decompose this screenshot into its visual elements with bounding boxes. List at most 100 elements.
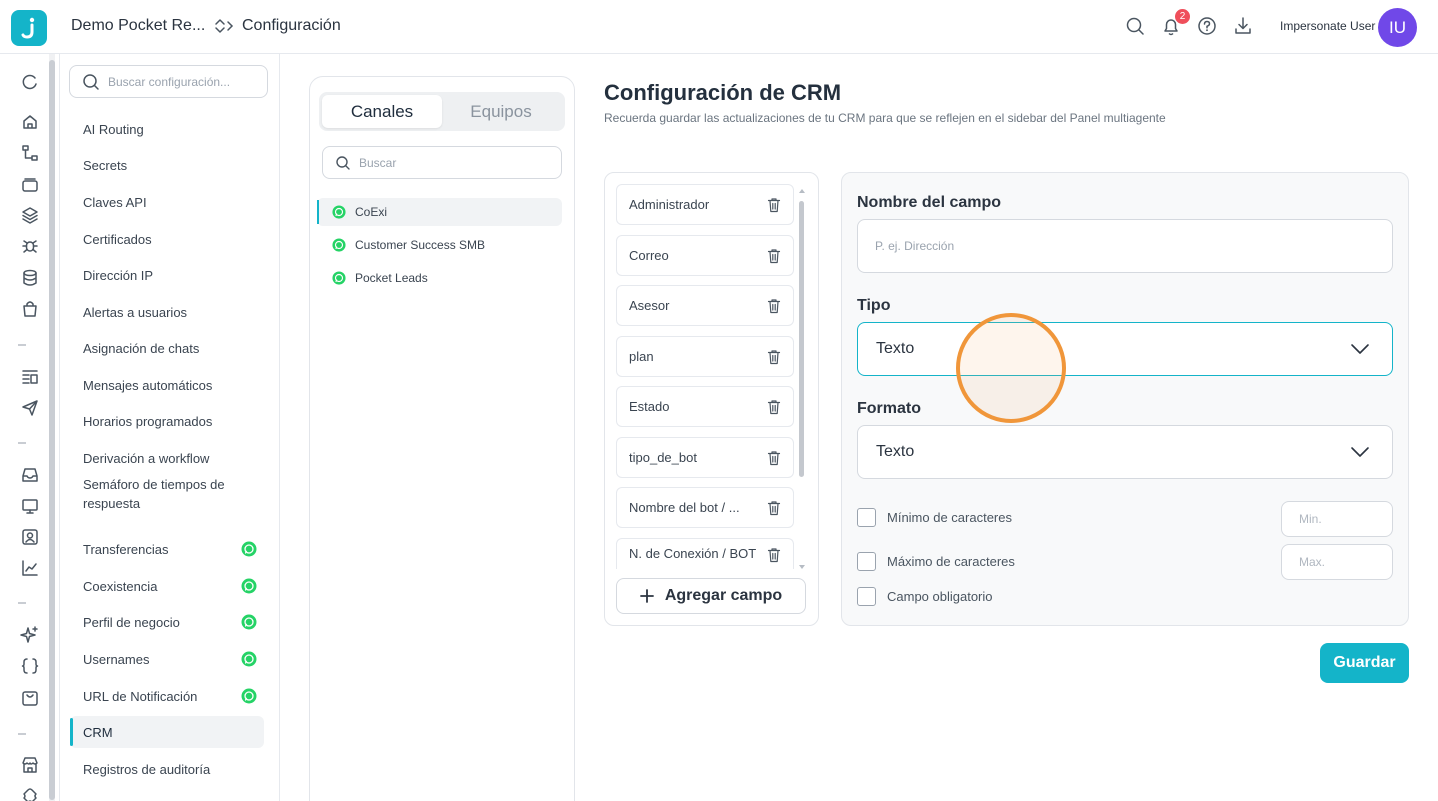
sidebar-item-usernames[interactable]: Usernames: [70, 643, 264, 675]
add-field-label: Agregar campo: [664, 587, 783, 604]
trash-icon[interactable]: [767, 298, 781, 314]
max-chars-option[interactable]: Máximo de caracteres: [857, 552, 1015, 571]
main-content: Canales Equipos CoExi Customer Success SM…: [280, 54, 1438, 801]
field-name-field[interactable]: [875, 239, 1355, 253]
crm-field-item[interactable]: N. de Conexión / BOT: [616, 537, 794, 569]
crm-field-item[interactable]: Nombre del bot / ...: [616, 487, 794, 528]
min-chars-input[interactable]: [1281, 501, 1393, 537]
sidebar-item-label: CRM: [83, 724, 113, 740]
bag-icon[interactable]: [20, 299, 40, 319]
rail-scrollbar[interactable]: [49, 54, 55, 801]
sidebar-item-perfil-de-negocio[interactable]: Perfil de negocio: [70, 606, 264, 638]
sidebar-item-coexistencia[interactable]: Coexistencia: [70, 570, 264, 602]
whatsapp-icon: [241, 651, 257, 667]
min-chars-field[interactable]: [1299, 512, 1379, 526]
sidebar-item-crm[interactable]: CRM: [70, 716, 264, 748]
trash-icon[interactable]: [767, 197, 781, 213]
channel-item[interactable]: Pocket Leads: [317, 264, 562, 292]
format-select[interactable]: Texto: [857, 425, 1393, 479]
send-icon[interactable]: [20, 398, 40, 418]
sidebar-item-registros-de-auditoría[interactable]: Registros de auditoría: [70, 753, 264, 785]
crm-field-item[interactable]: Administrador: [616, 184, 794, 225]
tab-equipos[interactable]: Equipos: [441, 95, 561, 128]
sidebar-item-derivación-a-workflow[interactable]: Derivación a workflow: [70, 442, 264, 474]
folder-icon[interactable]: [20, 175, 40, 195]
page-subtitle: Recuerda guardar las actualizaciones de …: [604, 111, 1166, 125]
search-icon[interactable]: [1124, 15, 1146, 37]
type-label: Tipo: [857, 297, 891, 314]
sidebar-item-label: Coexistencia: [83, 578, 158, 594]
contact-icon[interactable]: [20, 527, 40, 547]
sidebar-item-certificados[interactable]: Certificados: [70, 223, 264, 255]
code-braces-icon[interactable]: [20, 656, 40, 676]
type-select[interactable]: Texto: [857, 322, 1393, 376]
crm-field-label: Nombre del bot / ...: [629, 500, 740, 515]
crm-field-item[interactable]: Correo: [616, 234, 794, 276]
sidebar-item-label: Claves API: [83, 194, 147, 210]
trash-icon[interactable]: [767, 349, 781, 365]
trash-icon[interactable]: [767, 547, 781, 563]
crm-field-item[interactable]: tipo_de_bot: [616, 436, 794, 478]
list-icon[interactable]: [20, 367, 40, 387]
field-name-input[interactable]: [857, 219, 1393, 273]
rail-divider: [18, 344, 26, 346]
inbox-icon[interactable]: [20, 465, 40, 485]
trash-icon[interactable]: [767, 248, 781, 264]
sidebar-item-asignación-de-chats[interactable]: Asignación de chats: [70, 332, 264, 364]
shopping-bag-icon[interactable]: [20, 688, 40, 708]
sparkles-icon[interactable]: [20, 625, 40, 645]
channel-item[interactable]: CoExi: [317, 198, 562, 226]
chart-icon[interactable]: [20, 558, 40, 578]
sidebar-item-alertas-a-usuarios[interactable]: Alertas a usuarios: [70, 296, 264, 328]
workspace-selector[interactable]: Demo Pocket Re...: [71, 17, 227, 35]
sidebar-item-mensajes-automáticos[interactable]: Mensajes automáticos: [70, 369, 264, 401]
add-field-button[interactable]: Agregar campo: [616, 578, 806, 614]
sidebar-item-horarios-programados[interactable]: Horarios programados: [70, 405, 264, 437]
min-chars-option[interactable]: Mínimo de caracteres: [857, 508, 1012, 527]
store-icon[interactable]: [20, 755, 40, 775]
refresh-icon[interactable]: [20, 72, 40, 92]
trash-icon[interactable]: [767, 450, 781, 466]
fields-scrollbar[interactable]: [798, 187, 805, 571]
min-chars-checkbox[interactable]: [857, 508, 876, 527]
bug-icon[interactable]: [20, 236, 40, 256]
download-icon[interactable]: [1232, 15, 1254, 37]
crm-field-label: tipo_de_bot: [629, 449, 697, 465]
channel-item[interactable]: Customer Success SMB: [317, 231, 562, 259]
sidebar-item-secrets[interactable]: Secrets: [70, 149, 264, 181]
database-icon[interactable]: [20, 268, 40, 288]
tab-canales[interactable]: Canales: [322, 95, 442, 128]
avatar[interactable]: IU: [1378, 8, 1417, 47]
flow-icon[interactable]: [20, 143, 40, 163]
sidebar-item-dirección-ip[interactable]: Dirección IP: [70, 259, 264, 291]
channel-search-input[interactable]: [359, 155, 549, 170]
save-button[interactable]: Guardar: [1320, 643, 1409, 683]
channel-search[interactable]: [322, 146, 562, 179]
help-icon[interactable]: [1196, 15, 1218, 37]
breadcrumb-current: Configuración: [242, 17, 341, 34]
user-name[interactable]: Impersonate User: [1280, 19, 1375, 33]
monitor-icon[interactable]: [20, 496, 40, 516]
crm-field-item[interactable]: plan: [616, 335, 794, 377]
app-logo[interactable]: [11, 10, 47, 46]
sidebar-item-ai-routing[interactable]: AI Routing: [70, 113, 264, 145]
layers-icon[interactable]: [20, 205, 40, 225]
settings-search-input[interactable]: [108, 74, 258, 89]
trash-icon[interactable]: [767, 399, 781, 415]
sidebar-item-semáforo-de-tiempos-de-respuesta[interactable]: Semáforo de tiempos de respuesta: [70, 474, 264, 514]
crm-field-item[interactable]: Estado: [616, 386, 794, 427]
sidebar-item-label: Dirección IP: [83, 267, 154, 283]
max-chars-input[interactable]: [1281, 544, 1393, 580]
crm-field-item[interactable]: Asesor: [616, 285, 794, 326]
sidebar-item-url-de-notificación[interactable]: URL de Notificación: [70, 680, 264, 712]
home-icon[interactable]: [20, 112, 40, 132]
max-chars-field[interactable]: [1299, 555, 1379, 569]
sidebar-item-transferencias[interactable]: Transferencias: [70, 533, 264, 565]
settings-search[interactable]: [69, 65, 268, 98]
puzzle-icon[interactable]: [20, 786, 40, 801]
required-checkbox[interactable]: [857, 587, 876, 606]
trash-icon[interactable]: [767, 500, 781, 516]
max-chars-checkbox[interactable]: [857, 552, 876, 571]
sidebar-item-claves-api[interactable]: Claves API: [70, 186, 264, 218]
required-option[interactable]: Campo obligatorio: [857, 587, 993, 606]
